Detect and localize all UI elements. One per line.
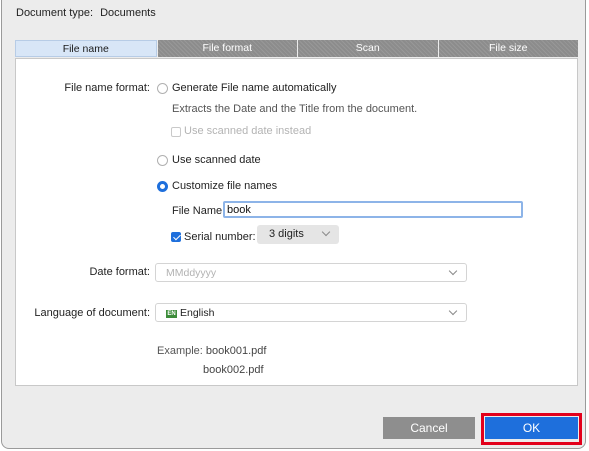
document-type-value: Documents bbox=[100, 7, 156, 19]
example-line-1: book001.pdf bbox=[205, 345, 267, 357]
date-format-label: Date format: bbox=[89, 266, 150, 278]
date-format-select[interactable]: MMddyyyy bbox=[155, 263, 467, 282]
serial-digits-value: 3 digits bbox=[269, 228, 304, 240]
tab-file-size[interactable]: File size bbox=[438, 40, 578, 57]
file-name-panel: File name format: Generate File name aut… bbox=[15, 58, 578, 386]
use-scanned-date-instead-label: Use scanned date instead bbox=[184, 125, 312, 137]
english-flag-icon: EN bbox=[166, 310, 177, 318]
language-label: Language of document: bbox=[34, 307, 150, 319]
serial-number-label: Serial number: bbox=[184, 231, 256, 243]
file-name-field-label: File Name: bbox=[172, 205, 226, 217]
date-format-value: MMddyyyy bbox=[166, 267, 217, 279]
customize-file-names-label[interactable]: Customize file names bbox=[172, 180, 277, 192]
file-name-format-label: File name format: bbox=[64, 82, 150, 94]
serial-number-checkbox[interactable] bbox=[171, 232, 181, 242]
example-label: Example: book001.pdf bbox=[157, 345, 267, 357]
radio-use-scanned-date[interactable] bbox=[157, 155, 168, 166]
document-type: Document type: Documents bbox=[16, 7, 156, 19]
example-line-2: book002.pdf bbox=[203, 364, 264, 376]
tab-file-format[interactable]: File format bbox=[157, 40, 297, 57]
auto-description: Extracts the Date and the Title from the… bbox=[172, 103, 418, 115]
tab-scan[interactable]: Scan bbox=[298, 40, 438, 57]
tab-file-name[interactable]: File name bbox=[15, 40, 157, 57]
radio-generate-automatically[interactable] bbox=[157, 83, 168, 94]
radio-customize-file-names[interactable] bbox=[157, 181, 168, 192]
file-name-input[interactable] bbox=[223, 201, 523, 218]
generate-automatically-label[interactable]: Generate File name automatically bbox=[172, 82, 336, 94]
cancel-button[interactable]: Cancel bbox=[383, 417, 475, 439]
chevron-down-icon bbox=[448, 266, 458, 276]
chevron-down-icon bbox=[321, 227, 331, 237]
language-value: English bbox=[180, 307, 215, 319]
ok-button[interactable]: OK bbox=[485, 417, 578, 439]
chevron-down-icon bbox=[448, 306, 458, 316]
language-select[interactable]: EN English bbox=[155, 303, 467, 322]
serial-digits-select[interactable]: 3 digits bbox=[257, 225, 339, 244]
tab-bar: File name File format Scan File size bbox=[15, 40, 578, 57]
use-scanned-date-label[interactable]: Use scanned date bbox=[172, 154, 261, 166]
document-type-label: Document type: bbox=[16, 7, 94, 19]
use-scanned-date-instead-checkbox[interactable] bbox=[171, 127, 181, 137]
dialog-window: Document type: Documents File name File … bbox=[1, 0, 586, 449]
